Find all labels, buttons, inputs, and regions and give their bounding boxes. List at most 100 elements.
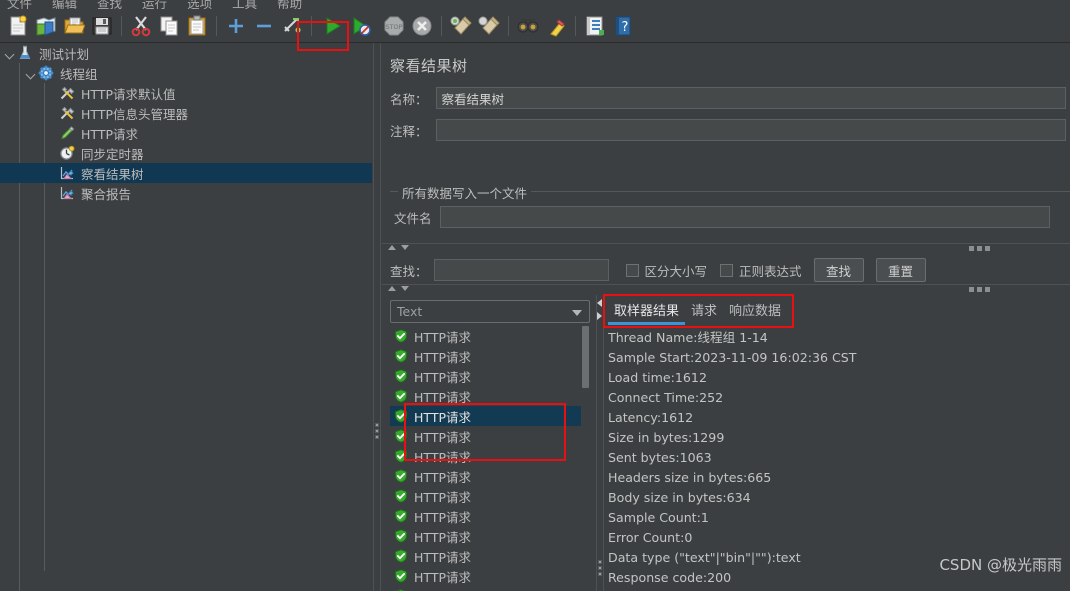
arrow-down-icon[interactable] [401, 286, 409, 291]
start-no-pauses-icon[interactable] [348, 13, 374, 39]
result-tabs[interactable]: 取样器结果 请求 响应数据 [608, 298, 787, 325]
case-sensitive-checkbox[interactable] [625, 263, 639, 277]
tab-2[interactable]: 响应数据 [723, 298, 787, 323]
list-item[interactable]: HTTP请求 [390, 566, 590, 586]
chevron-down-icon[interactable] [4, 47, 17, 60]
success-shield-icon [394, 429, 408, 443]
new-icon[interactable] [5, 13, 31, 39]
splitter-grip[interactable] [969, 287, 990, 292]
search-icon[interactable] [515, 13, 541, 39]
list-item[interactable]: HTTP请求 [390, 426, 590, 446]
splitter-grip[interactable] [375, 423, 379, 439]
case-sensitive-label: 区分大小写 [644, 263, 708, 279]
tree-node-1[interactable]: 线程组 [0, 63, 372, 83]
splitter-grip[interactable] [969, 246, 990, 251]
success-shield-icon [394, 369, 408, 383]
scrollbar-thumb[interactable] [582, 326, 589, 388]
name-input[interactable]: 察看结果树 [435, 87, 1066, 109]
tab-scroll-arrows[interactable] [597, 299, 602, 320]
paste-icon[interactable] [184, 13, 210, 39]
copy-icon[interactable] [156, 13, 182, 39]
chevron-down-icon[interactable] [572, 310, 582, 316]
arrow-up-icon[interactable] [388, 286, 396, 291]
filename-label: 文件名 [394, 210, 432, 226]
arrow-up-icon[interactable] [388, 245, 396, 250]
function-helper-icon[interactable] [582, 13, 608, 39]
splitter-arrows-2[interactable] [388, 286, 409, 291]
tab-scroll-right-icon[interactable] [597, 312, 602, 320]
list-item[interactable]: HTTP请求 [390, 506, 590, 526]
list-item-label: HTTP请求 [414, 369, 471, 385]
detail-line-0: Thread Name:线程组 1-14 [608, 330, 768, 345]
tab-scroll-left-icon[interactable] [597, 299, 602, 307]
tree-node-label: 同步定时器 [81, 146, 144, 162]
menu-item-6[interactable]: 帮助 [274, 0, 305, 9]
test-plan-icon [17, 45, 35, 61]
reset-search-icon[interactable] [543, 13, 569, 39]
menu-item-3[interactable]: 运行 [139, 0, 170, 9]
tree-node-2[interactable]: HTTP请求默认值 [0, 83, 372, 103]
start-icon[interactable] [320, 13, 346, 39]
list-item[interactable]: HTTP请求 [390, 586, 590, 591]
clear-icon[interactable] [448, 13, 474, 39]
write-data-group: 所有数据写入一个文件 文件名 [390, 183, 1070, 247]
search-input[interactable] [433, 259, 609, 281]
menu-item-0[interactable]: 文件 [4, 0, 35, 9]
tree-node-4[interactable]: HTTP请求 [0, 123, 372, 143]
list-item[interactable]: HTTP请求 [390, 346, 590, 366]
list-item[interactable]: HTTP请求 [390, 386, 590, 406]
tree-node-6[interactable]: 察看结果树 [0, 163, 372, 183]
tree-node-5[interactable]: 同步定时器 [0, 143, 372, 163]
menu-item-1[interactable]: 编辑 [49, 0, 80, 9]
tree-node-0[interactable]: 测试计划 [0, 43, 372, 63]
main-splitter[interactable] [372, 43, 382, 591]
splitter-grip[interactable] [598, 560, 602, 576]
list-item[interactable]: HTTP请求 [390, 446, 590, 466]
find-button[interactable]: 查找 [813, 258, 864, 282]
collapse-icon[interactable] [251, 13, 277, 39]
results-list[interactable]: HTTP请求 HTTP请求 HTTP请求 HTTP请求 HTTP请求 HTTP请求 HTTP… [390, 326, 590, 591]
open-icon[interactable] [61, 13, 87, 39]
tab-1[interactable]: 请求 [685, 298, 723, 323]
templates-icon[interactable] [33, 13, 59, 39]
comment-input[interactable] [435, 119, 1066, 141]
arrow-down-icon[interactable] [401, 245, 409, 250]
tree-node-3[interactable]: HTTP信息头管理器 [0, 103, 372, 123]
reset-button[interactable]: 重置 [875, 258, 926, 282]
clear-all-icon[interactable] [476, 13, 502, 39]
tree-node-7[interactable]: 聚合报告 [0, 183, 372, 203]
results-detail-splitter[interactable] [595, 295, 605, 591]
menu-item-5[interactable]: 工具 [229, 0, 260, 9]
menu-item-4[interactable]: 选项 [184, 0, 215, 9]
detail-line-6: Sent bytes:1063 [608, 450, 712, 465]
regex-checkbox[interactable] [720, 263, 734, 277]
list-item[interactable]: HTTP请求 [390, 326, 590, 346]
list-item[interactable]: HTTP请求 [390, 486, 590, 506]
results-splitter[interactable] [382, 284, 1070, 295]
filename-row: 文件名 [394, 206, 1050, 228]
search-splitter[interactable] [382, 243, 1070, 254]
write-data-group-title: 所有数据写入一个文件 [398, 183, 532, 202]
expand-icon[interactable] [223, 13, 249, 39]
list-item[interactable]: HTTP请求 [390, 406, 590, 426]
help-icon[interactable]: ? [610, 13, 636, 39]
menu-item-2[interactable]: 查找 [94, 0, 125, 9]
filename-input[interactable] [439, 206, 1050, 228]
cut-icon[interactable] [128, 13, 154, 39]
list-item[interactable]: HTTP请求 [390, 366, 590, 386]
stop-icon[interactable]: STOP [381, 13, 407, 39]
chevron-down-icon[interactable] [25, 67, 38, 80]
save-icon[interactable] [89, 13, 115, 39]
tab-0[interactable]: 取样器结果 [608, 298, 686, 325]
list-item[interactable]: HTTP请求 [390, 466, 590, 486]
results-scrollbar[interactable] [581, 326, 590, 591]
list-item[interactable]: HTTP请求 [390, 526, 590, 546]
test-plan-tree[interactable]: 测试计划 线程组 HTTP请求默认值 HTTP信息头管理器 HTTP请求同步定时器 察看结… [0, 43, 372, 591]
shutdown-icon[interactable] [409, 13, 435, 39]
list-item[interactable]: HTTP请求 [390, 546, 590, 566]
renderer-combo[interactable]: Text [390, 300, 590, 323]
splitter-arrows[interactable] [388, 245, 409, 250]
sampler-result-text[interactable]: Thread Name:线程组 1-14 Sample Start:2023-11… [608, 328, 1058, 591]
search-row: 查找： 区分大小写 正则表达式 查找 重置 [382, 255, 1070, 285]
toggle-icon[interactable] [279, 13, 305, 39]
